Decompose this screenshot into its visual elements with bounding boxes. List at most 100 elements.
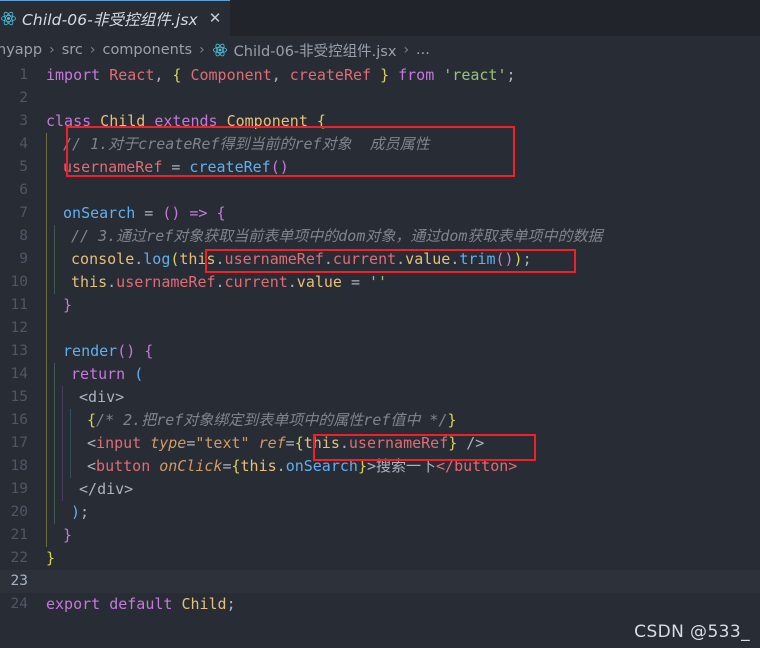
code-editor[interactable]: 1 import React, {Component, createRef} from '… — [0, 64, 760, 648]
token-keyword: import — [46, 66, 101, 84]
code-line[interactable]: 12 — [0, 317, 760, 340]
code-line[interactable]: 7 onSearch = () => { — [0, 202, 760, 225]
breadcrumb-item-more[interactable]: ... — [415, 42, 431, 58]
line-number: 22 — [10, 550, 28, 566]
code-line-content[interactable]: class Child extends Component { — [46, 110, 760, 133]
token-property: usernameRef — [348, 434, 449, 452]
code-line-content[interactable]: ); — [46, 501, 760, 524]
line-number: 1 — [19, 67, 28, 83]
indent-guide — [54, 271, 62, 294]
code-line[interactable]: 10 this.usernameRef.current.value = '' — [0, 271, 760, 294]
code-line-content[interactable]: render() { — [46, 340, 760, 363]
code-line[interactable]: 24 export default Child; — [0, 593, 760, 616]
code-line[interactable]: 16 {/* 2.把ref对象绑定到表单项中的属性ref值中 */} — [0, 409, 760, 432]
code-line[interactable]: 14 return ( — [0, 363, 760, 386]
indent-guide — [54, 455, 62, 478]
token-property: current — [224, 273, 288, 291]
indent-guide — [46, 386, 54, 409]
code-line-content[interactable]: <input type="text" ref={this.usernameRef} /… — [46, 432, 760, 455]
code-line[interactable]: 19 </div> — [0, 478, 760, 501]
breadcrumb-item-components[interactable]: components — [101, 42, 193, 58]
code-line-content[interactable]: } — [46, 547, 760, 570]
code-line-content[interactable] — [46, 570, 760, 593]
token-operator: = — [144, 204, 154, 222]
code-line[interactable]: 22 } — [0, 547, 760, 570]
code-line-content[interactable]: <button onClick={this.onSearch}>搜索一下</but… — [46, 455, 760, 478]
code-line[interactable]: 2 — [0, 87, 760, 110]
code-line-content[interactable]: </div> — [46, 478, 760, 501]
tab-label: Child-06-非受控组件.jsx — [22, 10, 198, 29]
token-brace: } — [63, 526, 73, 544]
code-line-content[interactable]: import React, {Component, createRef} from 're… — [46, 64, 760, 87]
code-line-content[interactable]: {/* 2.把ref对象绑定到表单项中的属性ref值中 */} — [46, 409, 760, 432]
token-identifier: React — [109, 66, 155, 84]
code-line[interactable]: 1 import React, {Component, createRef} from '… — [0, 64, 760, 87]
code-line[interactable]: 6 — [0, 179, 760, 202]
code-line-content[interactable]: usernameRef = createRef() — [46, 156, 760, 179]
code-line[interactable]: 5 usernameRef = createRef() — [0, 156, 760, 179]
indent-guide — [46, 478, 54, 501]
token-string: "text" — [195, 434, 250, 452]
token-brace: } — [380, 66, 390, 84]
token-classname: Child — [100, 112, 146, 130]
indent-guide — [46, 271, 54, 294]
token-jsx-attr: ref — [258, 434, 286, 452]
code-line[interactable]: 18 <button onClick={this.onSearch}>搜索一下</… — [0, 455, 760, 478]
code-line[interactable]: 20 ); — [0, 501, 760, 524]
code-line-content[interactable]: // 1.对于createRef得到当前的ref对象 成员属性 — [46, 133, 760, 156]
line-number: 20 — [10, 504, 28, 520]
indent-guide — [46, 501, 54, 524]
code-line[interactable]: 3 class Child extends Component { — [0, 110, 760, 133]
code-line[interactable]: 11 } — [0, 294, 760, 317]
token-keyword: extends — [154, 112, 218, 130]
breadcrumb-item-src[interactable]: src — [61, 42, 84, 58]
code-line-content[interactable] — [46, 179, 760, 202]
indent-guide — [46, 317, 54, 340]
token-classname: Child — [181, 595, 227, 613]
breadcrumb-item-file[interactable]: Child-06-非受控组件.jsx — [233, 40, 398, 61]
code-line[interactable]: 4 // 1.对于createRef得到当前的ref对象 成员属性 — [0, 133, 760, 156]
token-dot: . — [287, 273, 297, 291]
token-brace: } — [46, 549, 56, 567]
token-comment: // 1.对于createRef得到当前的ref对象 成员属性 — [63, 135, 430, 153]
code-line-content[interactable]: this.usernameRef.current.value = '' — [46, 271, 760, 294]
code-line-content[interactable]: return ( — [46, 363, 760, 386]
code-line-content[interactable]: console.log(this.usernameRef.current.val… — [46, 248, 760, 271]
code-area[interactable]: 1 import React, {Component, createRef} from '… — [0, 64, 760, 616]
token-operator: = — [171, 158, 181, 176]
code-line-content[interactable] — [46, 87, 760, 110]
code-line-content[interactable]: } — [46, 294, 760, 317]
token-this: this — [303, 434, 340, 452]
breadcrumb: nyapp › src › components › Child-06-非受控组… — [0, 36, 760, 64]
line-number: 14 — [10, 366, 28, 382]
code-line-active[interactable]: 23 — [0, 570, 760, 593]
token-classname: Component — [226, 112, 308, 130]
close-icon[interactable]: ✕ — [209, 11, 222, 26]
code-line[interactable]: 8 // 3.通过ref对象获取当前表单项中的dom对象，通过dom获取表单项中… — [0, 225, 760, 248]
code-line-content[interactable]: export default Child; — [46, 593, 760, 616]
token-property: usernameRef — [224, 250, 324, 268]
code-line[interactable]: 9 console.log(this.usernameRef.current.v… — [0, 248, 760, 271]
code-line-content[interactable]: <div> — [46, 386, 760, 409]
code-line[interactable]: 17 <input type="text" ref={this.usernameRe… — [0, 432, 760, 455]
breadcrumb-item-myapp[interactable]: nyapp — [0, 42, 43, 58]
token-dot: . — [215, 273, 225, 291]
token-jsx-tag: <div> — [79, 388, 125, 406]
code-line[interactable]: 15 <div> — [0, 386, 760, 409]
token-jsx-closetag: </button> — [436, 457, 518, 475]
token-dot: . — [107, 273, 117, 291]
code-line-content[interactable]: } — [46, 524, 760, 547]
indent-guide — [70, 409, 78, 432]
code-line[interactable]: 13 render() { — [0, 340, 760, 363]
token-jsx-attr: type — [150, 434, 187, 452]
token-punct: ; — [522, 250, 532, 268]
code-line-content[interactable]: // 3.通过ref对象获取当前表单项中的dom对象，通过dom获取表单项中的数… — [46, 225, 760, 248]
tab-child-06[interactable]: Child-06-非受控组件.jsx ✕ — [0, 0, 231, 36]
token-property: value — [405, 250, 451, 268]
code-line[interactable]: 21 } — [0, 524, 760, 547]
indent-guide — [54, 501, 62, 524]
code-line-content[interactable] — [46, 317, 760, 340]
indent-guide — [54, 478, 62, 501]
code-line-content[interactable]: onSearch = () => { — [46, 202, 760, 225]
token-jsx-text: 搜索一下 — [376, 457, 437, 475]
